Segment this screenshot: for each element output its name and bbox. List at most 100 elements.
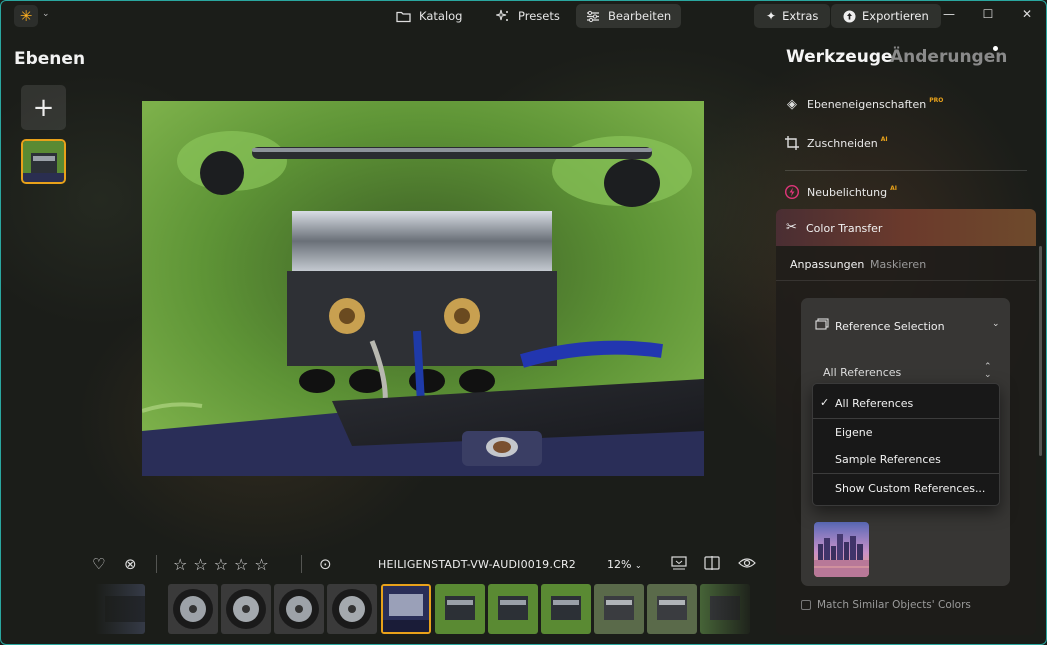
film-thumbnail[interactable] xyxy=(488,584,538,634)
file-name: HEILIGENSTADT-VW-AUDI0019.CR2 xyxy=(378,558,577,571)
star-sparkle-icon: ✦ xyxy=(766,9,777,23)
subtab-anpassungen[interactable]: Anpassungen xyxy=(790,258,864,271)
nav-bearbeiten[interactable]: Bearbeiten xyxy=(576,4,682,28)
chevron-down-icon: ⌄ xyxy=(634,561,642,570)
nav-presets[interactable]: Presets xyxy=(486,4,570,28)
star-icon[interactable]: ☆ xyxy=(214,555,228,574)
color-transfer-title: Color Transfer xyxy=(806,222,883,235)
close-icon[interactable]: ✕ xyxy=(1015,7,1039,25)
star-icon[interactable]: ☆ xyxy=(254,555,268,574)
zoom-value: 12% xyxy=(607,558,632,571)
tool-layer-properties[interactable]: ◈ Ebeneneigenschaften PRO xyxy=(785,94,943,114)
nav-presets-label: Presets xyxy=(518,9,560,23)
filmstrip-fade-right xyxy=(695,584,755,636)
nav-katalog-label: Katalog xyxy=(419,9,463,23)
reference-dropdown-menu: ✓ All References Eigene Sample Reference… xyxy=(812,383,1000,506)
star-icon[interactable]: ☆ xyxy=(173,555,187,574)
tool-label: Neubelichtung xyxy=(807,185,888,199)
film-thumbnail[interactable] xyxy=(274,584,324,634)
title-bar: ✳ ⌄ Katalog Presets Bearbeiten ✦ Extras … xyxy=(0,0,1047,32)
color-transfer-icon: ✂ xyxy=(786,220,797,235)
crop-icon xyxy=(785,136,799,150)
dropdown-item-all-references[interactable]: ✓ All References xyxy=(813,390,999,417)
tool-crop[interactable]: Zuschneiden AI xyxy=(785,133,888,153)
star-icon[interactable]: ☆ xyxy=(234,555,248,574)
reference-select[interactable]: All References ⌃ ⌄ xyxy=(812,360,999,384)
minimize-icon[interactable]: — xyxy=(937,7,961,25)
reference-sample-thumbnail[interactable] xyxy=(814,522,869,577)
plus-icon: + xyxy=(32,92,55,123)
subtab-divider xyxy=(776,280,1036,281)
export-button[interactable]: Exportieren xyxy=(831,4,941,28)
filmstrip-fade-left xyxy=(95,584,155,636)
city-skyline-image xyxy=(814,522,869,577)
color-transfer-header[interactable]: ✂ Color Transfer xyxy=(776,209,1036,246)
nav-bearbeiten-label: Bearbeiten xyxy=(608,9,672,23)
tool-label: Zuschneiden xyxy=(807,136,878,150)
sparkle-icon xyxy=(496,9,508,21)
reference-selection-header[interactable]: Reference Selection ⌄ xyxy=(801,298,1010,351)
changes-dot xyxy=(993,46,998,51)
tool-relight[interactable]: Neubelichtung AI xyxy=(785,182,897,202)
folder-icon xyxy=(396,11,411,22)
filmstrip-toggle-icon[interactable] xyxy=(671,556,687,573)
dropdown-item-eigene[interactable]: Eigene xyxy=(813,419,999,446)
tab-changes[interactable]: Änderungen xyxy=(890,47,1007,67)
film-thumbnail[interactable] xyxy=(647,584,697,634)
layer-thumbnail[interactable] xyxy=(21,139,66,184)
film-thumbnail[interactable] xyxy=(435,584,485,634)
upload-icon xyxy=(843,10,856,22)
ai-badge: AI xyxy=(890,185,897,192)
compare-icon[interactable] xyxy=(704,556,720,573)
image-stack-icon xyxy=(815,318,829,330)
star-icon[interactable]: ☆ xyxy=(193,555,207,574)
match-similar-label: Match Similar Objects' Colors xyxy=(817,599,971,611)
match-similar-checkbox[interactable] xyxy=(801,600,811,610)
more-options-icon[interactable]: ⊙ xyxy=(319,556,332,572)
toolbar-divider xyxy=(156,555,157,573)
panel-scrollbar[interactable] xyxy=(1039,246,1042,456)
add-layer-button[interactable]: + xyxy=(21,85,66,130)
eye-icon[interactable] xyxy=(738,556,756,572)
heart-icon[interactable]: ♡ xyxy=(92,556,105,572)
film-thumbnail[interactable] xyxy=(168,584,218,634)
toolbar-divider xyxy=(301,555,302,573)
app-logo-icon[interactable]: ✳ xyxy=(14,5,38,27)
filmstrip[interactable] xyxy=(95,584,755,636)
extras-button[interactable]: ✦ Extras xyxy=(754,4,831,28)
pro-badge: PRO xyxy=(929,97,944,104)
reference-select-value: All References xyxy=(823,366,902,379)
nav-katalog[interactable]: Katalog xyxy=(386,4,472,28)
tab-tools[interactable]: Werkzeuge xyxy=(786,47,893,67)
match-similar-row[interactable]: Match Similar Objects' Colors xyxy=(801,599,971,611)
film-thumbnail-selected[interactable] xyxy=(381,584,431,634)
extras-label: Extras xyxy=(782,9,819,23)
reference-selection-label: Reference Selection xyxy=(835,320,945,333)
export-label: Exportieren xyxy=(862,9,929,23)
subtab-maskieren[interactable]: Maskieren xyxy=(870,258,926,271)
zoom-dropdown[interactable]: 12% ⌄ xyxy=(607,558,642,571)
reject-icon[interactable]: ⊗ xyxy=(124,556,137,572)
ai-badge: AI xyxy=(880,136,888,143)
film-thumbnail[interactable] xyxy=(594,584,644,634)
film-thumbnail[interactable] xyxy=(327,584,377,634)
tools-divider xyxy=(785,170,1027,171)
film-thumbnail[interactable] xyxy=(541,584,591,634)
checkmark-icon: ✓ xyxy=(820,396,830,409)
layers-icon: ◈ xyxy=(787,96,797,112)
chevron-down-icon[interactable]: ⌄ xyxy=(42,9,50,19)
maximize-icon[interactable]: ☐ xyxy=(976,7,1000,25)
dropdown-divider xyxy=(813,473,999,474)
chevron-down-icon: ⌄ xyxy=(992,319,1000,329)
engine-bay-image xyxy=(142,101,704,476)
rating-stars[interactable]: ☆ ☆ ☆ ☆ ☆ xyxy=(173,555,269,574)
sliders-icon xyxy=(587,10,599,22)
engine-thumb-image xyxy=(23,141,64,182)
main-photo[interactable] xyxy=(142,101,704,476)
relight-icon xyxy=(785,185,799,199)
tool-label: Ebeneneigenschaften xyxy=(807,97,927,111)
dropdown-item-show-custom[interactable]: Show Custom References... xyxy=(813,475,999,502)
film-thumbnail[interactable] xyxy=(221,584,271,634)
updown-arrows-icon: ⌃ ⌄ xyxy=(984,362,992,380)
dropdown-item-sample-references[interactable]: Sample References xyxy=(813,446,999,473)
